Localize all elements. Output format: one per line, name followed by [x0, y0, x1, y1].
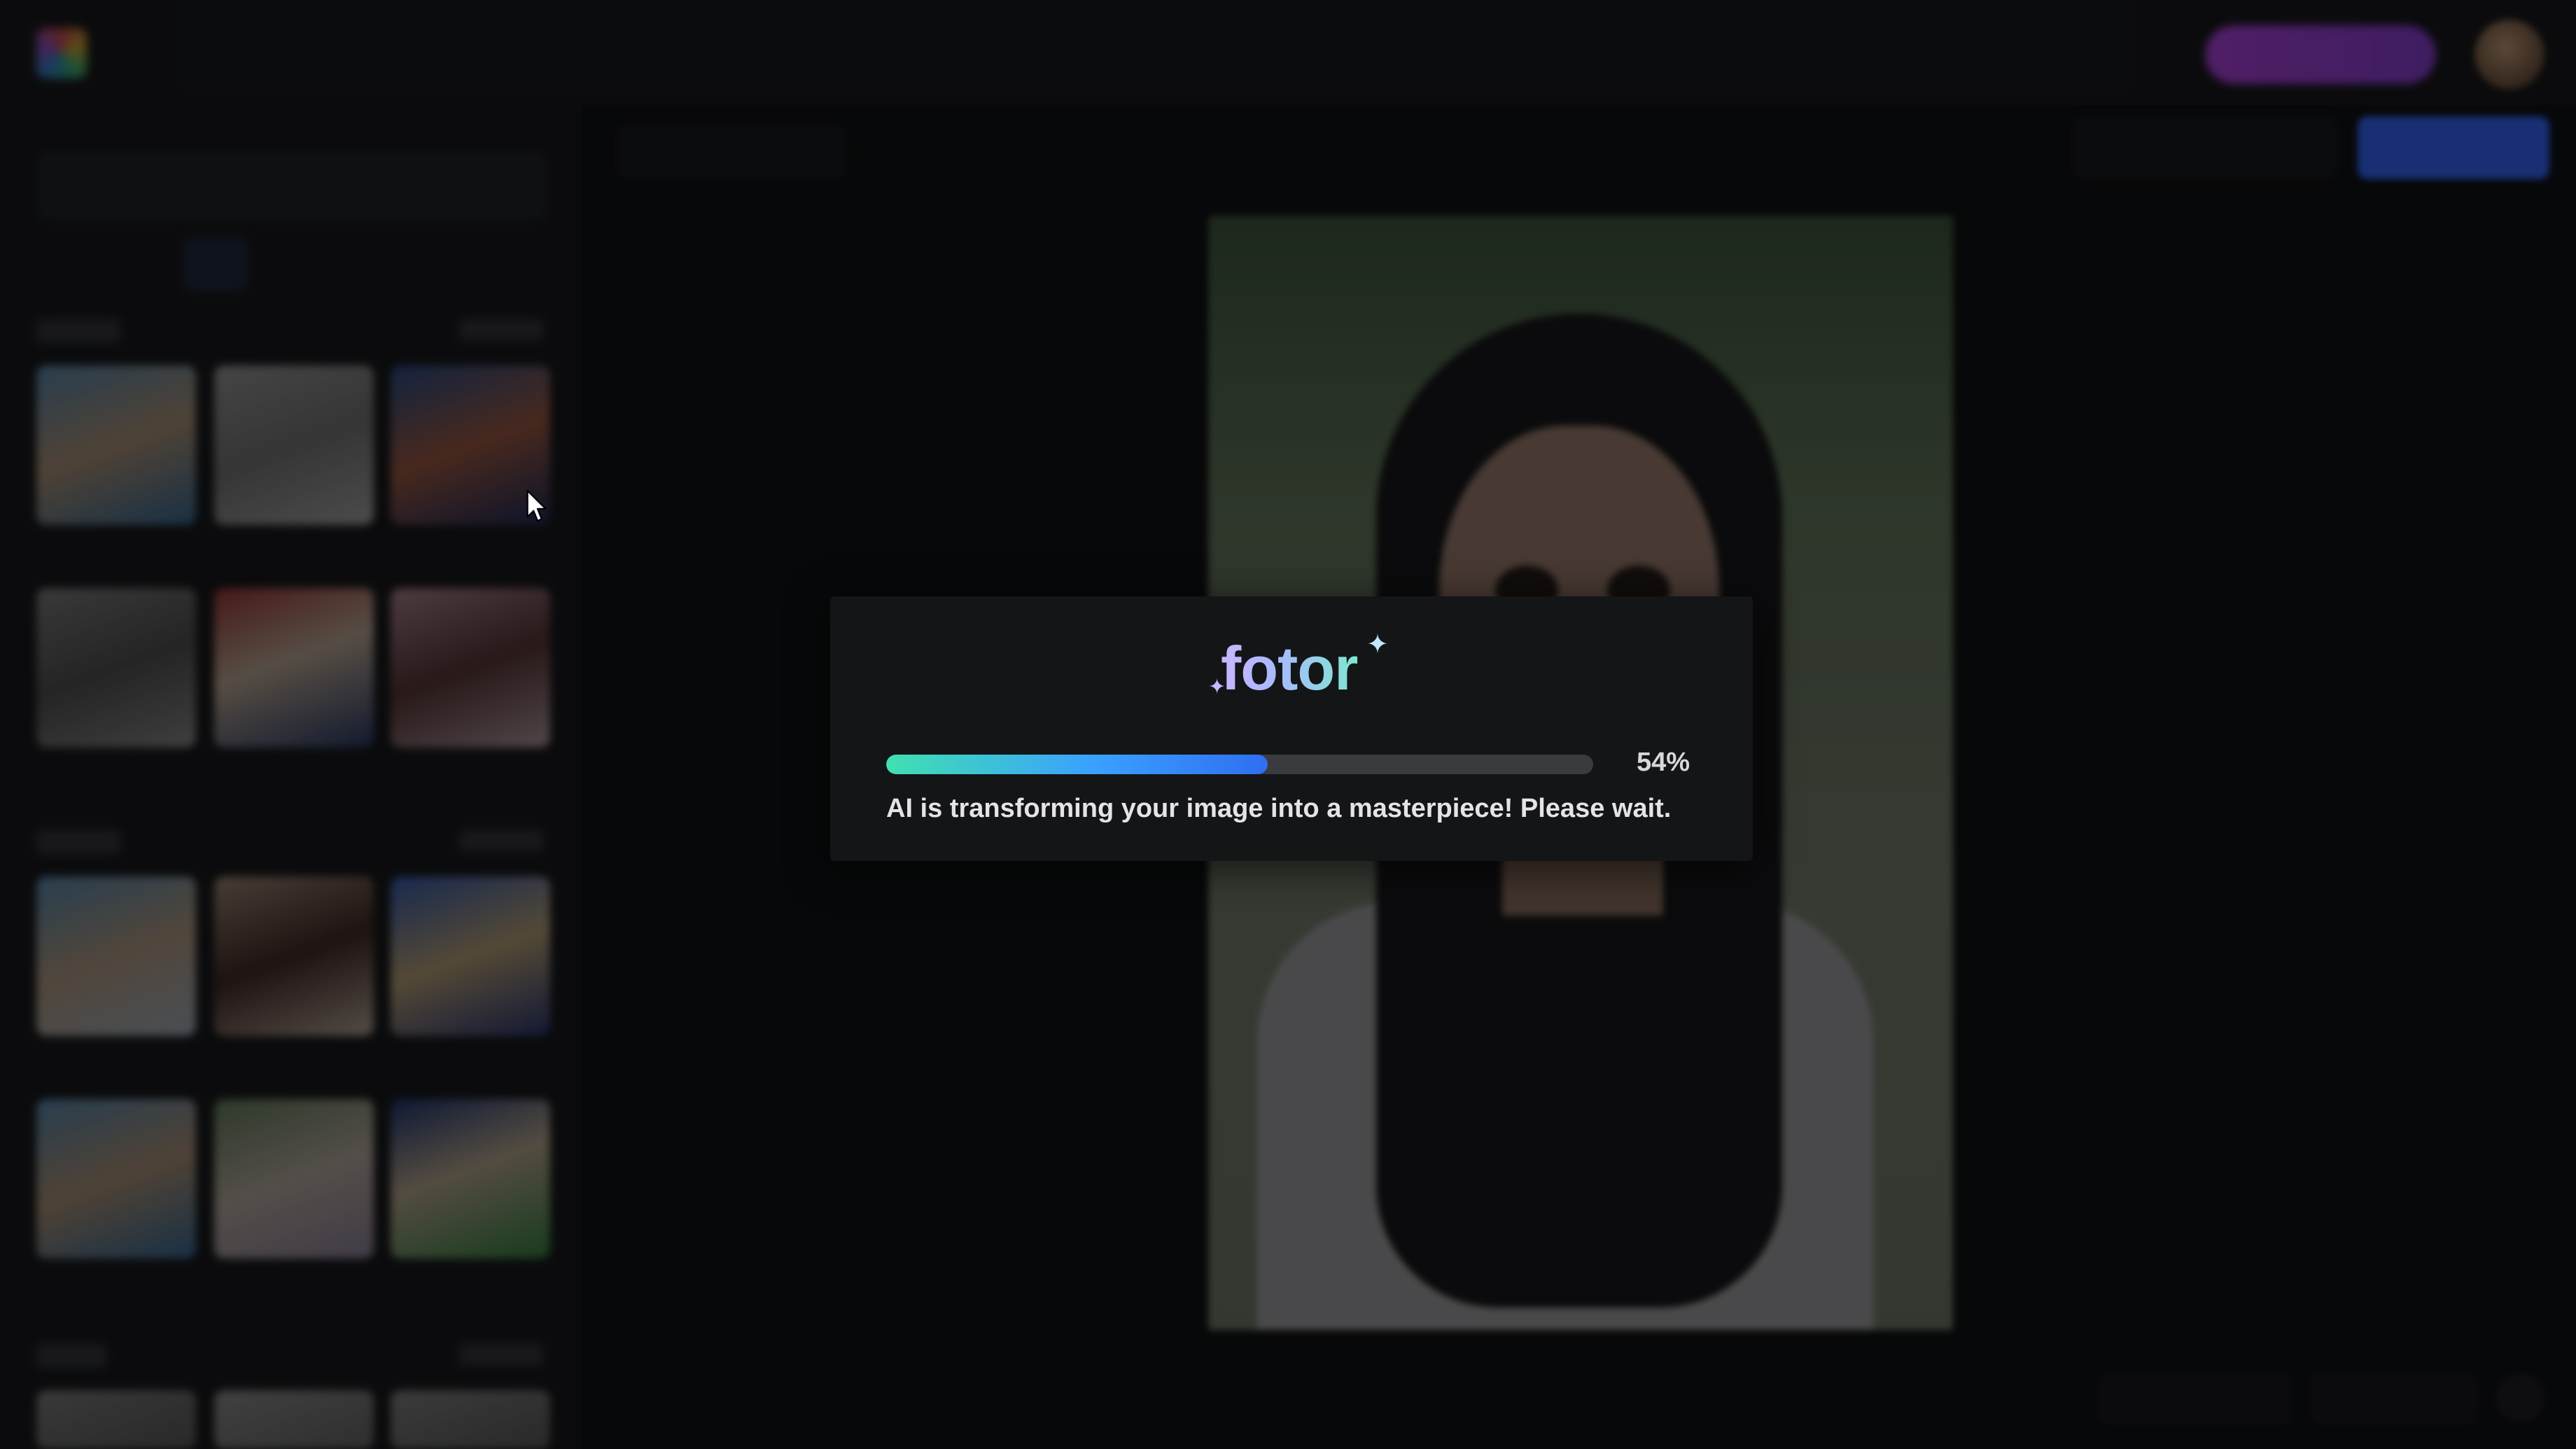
- fotor-logo-text: fotor: [1221, 630, 1358, 707]
- fotor-logo: ✦ fotor ✦: [1208, 630, 1389, 707]
- mouse-cursor-icon: [526, 489, 547, 522]
- processing-modal: ✦ fotor ✦ 54% AI is transforming your im…: [830, 596, 1753, 861]
- progress-bar-fill: [886, 755, 1268, 774]
- progress-status-message: AI is transforming your image into a mas…: [886, 794, 1672, 823]
- sparkle-icon: ✦: [1366, 630, 1389, 659]
- progress-bar: [886, 755, 1593, 774]
- progress-percent: 54%: [1637, 748, 1690, 777]
